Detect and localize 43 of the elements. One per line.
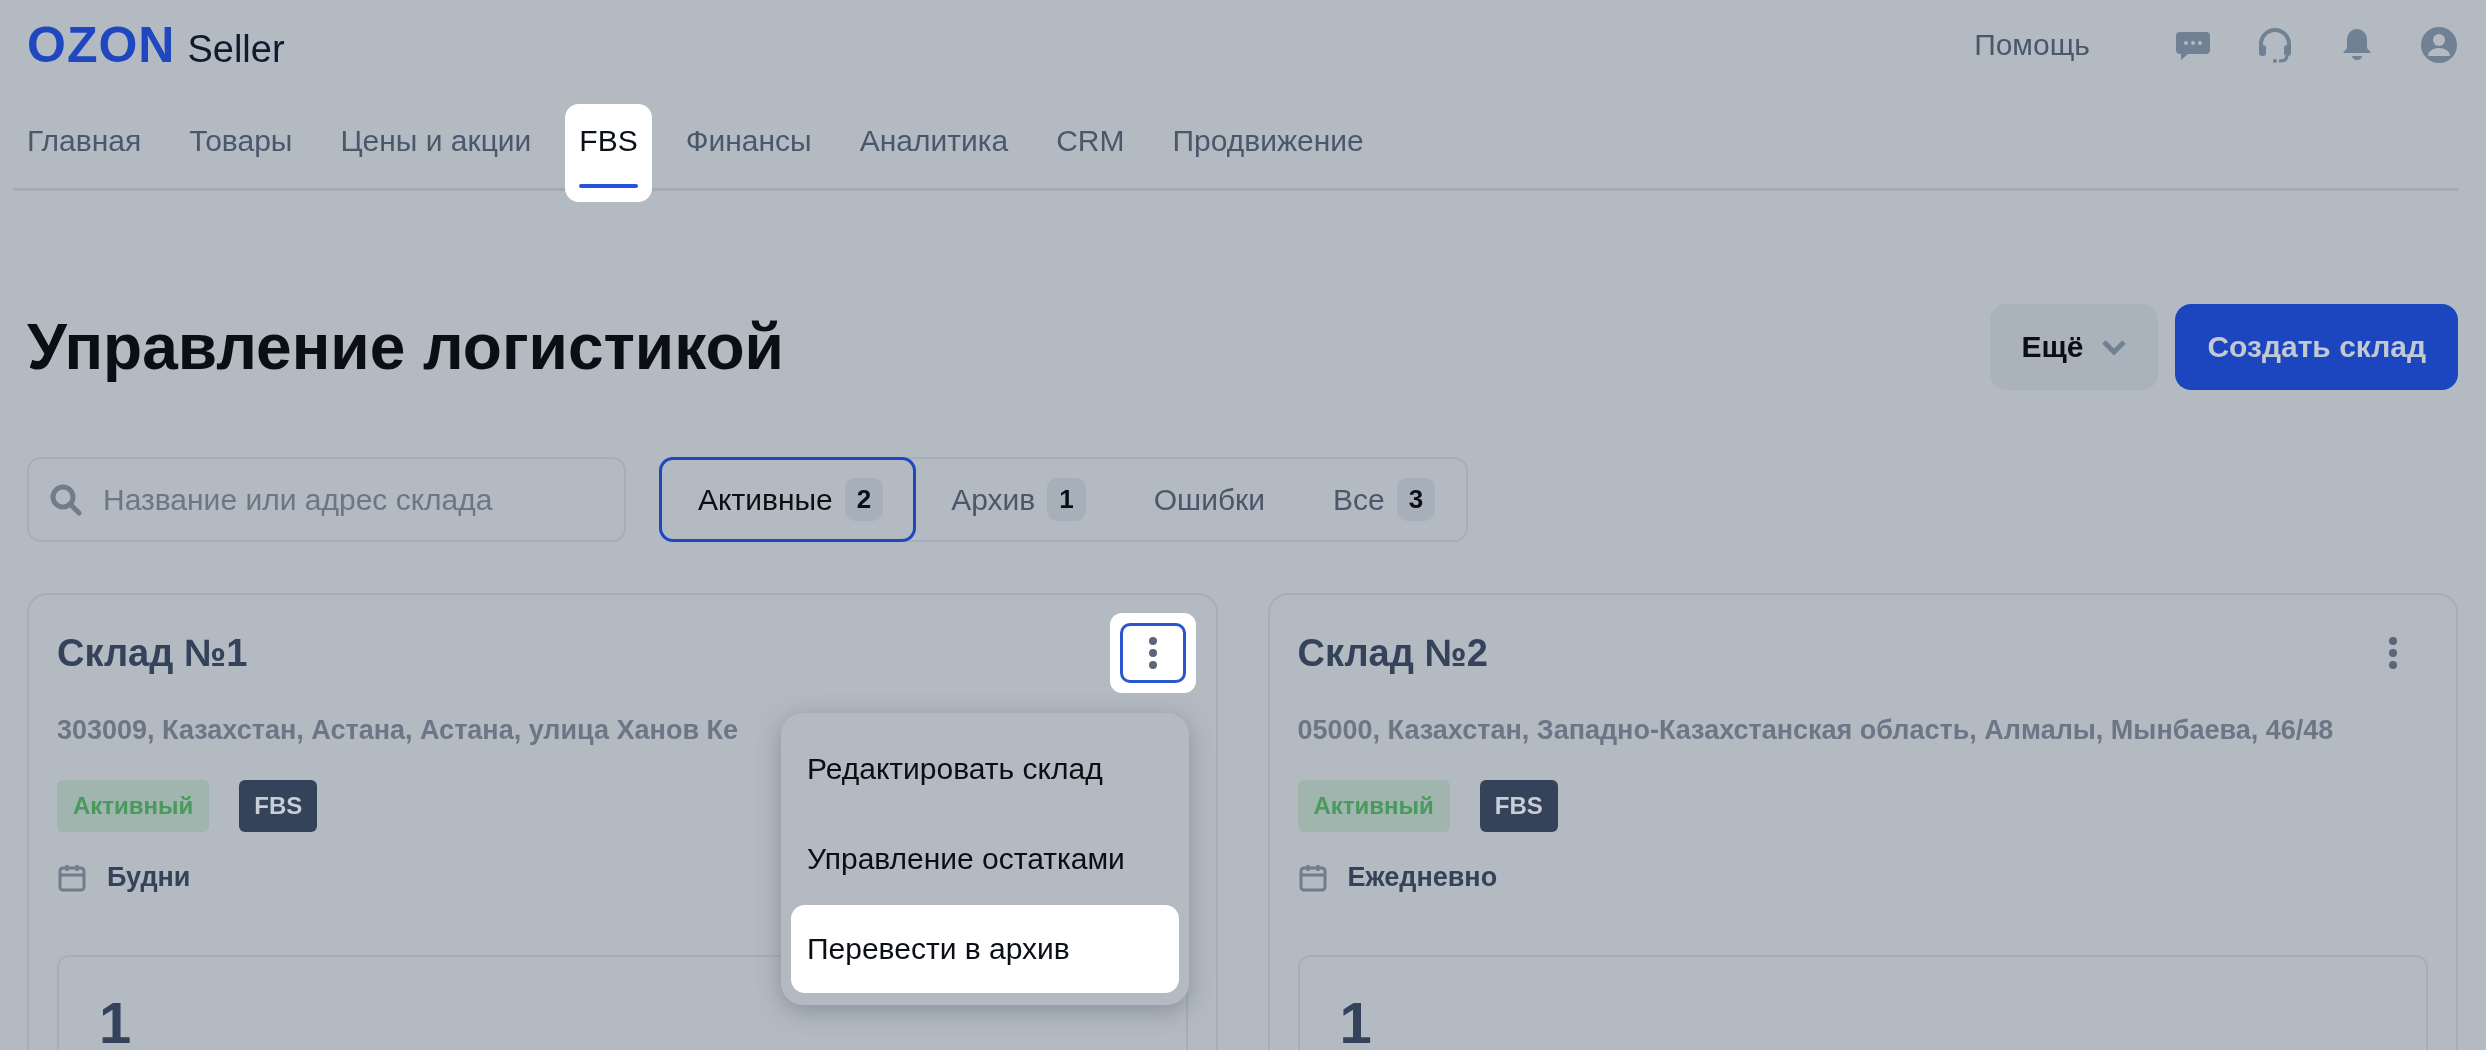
search-icon	[49, 483, 83, 517]
logo-text[interactable]: OZON	[27, 16, 176, 74]
count-badge: 1	[1047, 478, 1086, 521]
vertical-dots-icon	[1147, 636, 1158, 670]
user-icon[interactable]	[2420, 26, 2458, 64]
status-tag: Активный	[57, 780, 210, 832]
more-button[interactable]: Ещё	[1990, 304, 2159, 390]
count-badge: 3	[1396, 478, 1436, 521]
menu-item[interactable]: Редактировать склад	[791, 725, 1179, 813]
calendar-icon	[57, 862, 87, 893]
chevron-down-icon	[2101, 338, 2128, 356]
help-link[interactable]: Помощь	[1974, 28, 2090, 62]
nav-tab[interactable]: Цены и акции	[326, 104, 546, 202]
nav-tab[interactable]: Продвижение	[1158, 104, 1378, 202]
calendar-icon	[1297, 862, 1328, 893]
warehouse-name: Склад №1	[57, 631, 248, 675]
warehouse-address: 05000, Казахстан, Западно-Казахстанская область, Алмалы, Мынбаева, 46/48	[1297, 715, 2335, 746]
page-title: Управление логистикой	[27, 310, 784, 384]
more-options-button[interactable]	[1109, 613, 1196, 693]
create-warehouse-button[interactable]: Создать склад	[2175, 304, 2458, 390]
nav-tab[interactable]: FBS	[565, 104, 652, 202]
nav-tab[interactable]: Аналитика	[845, 104, 1023, 202]
logo-suffix: Seller	[187, 28, 285, 71]
nav-tab[interactable]: Главная	[13, 104, 156, 202]
filter-tab[interactable]: Активные 2	[659, 457, 917, 542]
stock-count: 1	[99, 989, 133, 1050]
nav-tab[interactable]: Товары	[175, 104, 307, 202]
nav-tab[interactable]: Финансы	[671, 104, 826, 202]
search-field[interactable]: Название или адрес склада	[27, 457, 626, 542]
type-tag: FBS	[239, 780, 318, 832]
menu-item[interactable]: Перевести в архив	[791, 905, 1179, 993]
status-tag: Активный	[1297, 780, 1450, 832]
stock-count: 1	[1339, 989, 1373, 1050]
schedule-label: Ежедневно	[1347, 862, 1498, 893]
type-tag: FBS	[1479, 780, 1558, 832]
vertical-dots-icon	[2388, 636, 2398, 670]
menu-item[interactable]: Управление остатками	[791, 815, 1179, 903]
headset-icon[interactable]	[2256, 26, 2294, 64]
warehouse-name: Склад №2	[1297, 631, 1488, 675]
warehouse-address: 303009, Казахстан, Астана, Астана, улица Ханов Ке	[57, 715, 739, 746]
schedule-label: Будни	[107, 862, 191, 893]
nav-tab[interactable]: CRM	[1042, 104, 1139, 202]
count-badge: 2	[844, 478, 884, 521]
